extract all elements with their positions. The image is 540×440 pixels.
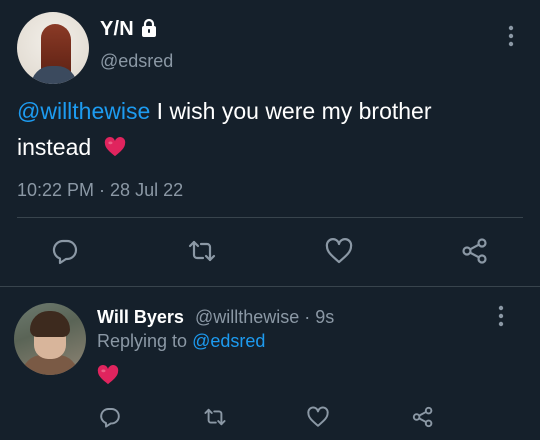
share-icon[interactable]: [460, 236, 490, 266]
replying-to-label: Replying to: [97, 331, 193, 351]
tweet-text-line2: instead: [17, 134, 92, 160]
replying-to-handle[interactable]: @edsred: [192, 331, 265, 351]
like-icon[interactable]: [324, 236, 354, 266]
share-icon[interactable]: [411, 405, 435, 429]
divider: [0, 286, 540, 287]
mention-link[interactable]: @willthewise: [17, 98, 150, 124]
red-heart-icon: [104, 137, 125, 157]
reply-tweet-avatar[interactable]: [14, 303, 86, 375]
reply-icon[interactable]: [50, 236, 80, 266]
reply-tweet-handle-time[interactable]: @willthewise · 9s: [195, 307, 334, 328]
replying-to-line: Replying to @edsred: [97, 331, 265, 352]
lock-icon: [142, 18, 156, 37]
divider: [17, 217, 523, 218]
reply-tweet-display-name[interactable]: Will Byers: [97, 307, 184, 328]
main-tweet-display-name[interactable]: Y/N: [100, 18, 134, 41]
avatar-hair: [30, 311, 70, 337]
reply-icon[interactable]: [98, 405, 122, 429]
more-vertical-icon[interactable]: [508, 25, 514, 47]
retweet-icon[interactable]: [187, 236, 217, 266]
retweet-icon[interactable]: [203, 405, 227, 429]
main-tweet-text: @willthewise I wish you were my brother …: [17, 93, 522, 165]
like-icon[interactable]: [306, 405, 330, 429]
main-tweet-avatar[interactable]: [17, 12, 89, 84]
main-tweet-handle[interactable]: @edsred: [100, 51, 173, 72]
more-vertical-icon[interactable]: [498, 305, 504, 327]
tweet-timestamp[interactable]: 10:22 PM · 28 Jul 22: [17, 180, 183, 201]
red-heart-icon: [97, 365, 119, 385]
tweet-text-line1: I wish you were my brother: [150, 98, 432, 124]
